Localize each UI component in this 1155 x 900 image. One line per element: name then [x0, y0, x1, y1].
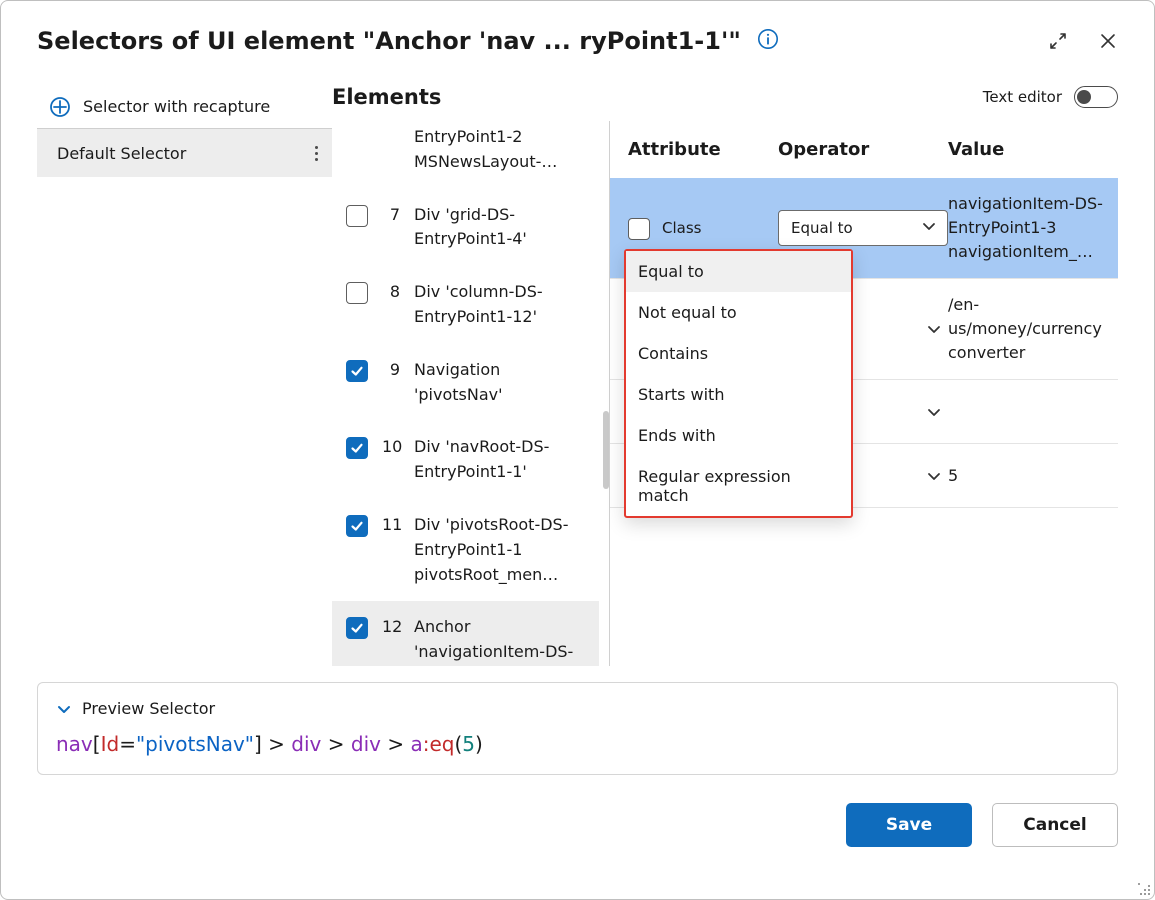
operator-value: Equal to	[791, 219, 853, 237]
col-operator: Operator	[778, 139, 948, 160]
element-row[interactable]: 9 Navigation 'pivotsNav'	[332, 344, 599, 422]
elements-list[interactable]: EntryPoint1-2 MSNewsLayout-… 7 Div 'grid-D…	[332, 121, 610, 666]
attribute-value: /en-us/money/currencyconverter	[948, 293, 1106, 365]
element-row[interactable]: 10 Div 'navRoot-DS-EntryPoint1-1'	[332, 421, 599, 499]
selector-item-label: Default Selector	[57, 144, 186, 163]
resize-grip-icon[interactable]	[1138, 883, 1152, 897]
cancel-button[interactable]: Cancel	[992, 803, 1118, 847]
info-icon[interactable]	[757, 28, 779, 54]
element-label: Div 'pivotsRoot-DS-EntryPoint1-1 pivotsR…	[414, 513, 591, 587]
selector-with-recapture-label: Selector with recapture	[83, 97, 270, 116]
element-row[interactable]: 12 Anchor 'navigationItem-DS-EntryPoint1-…	[332, 601, 599, 666]
element-label: Anchor 'navigationItem-DS-EntryPoint1-…	[414, 615, 591, 666]
attribute-value: 5	[948, 464, 1106, 488]
element-index: 8	[382, 280, 400, 301]
text-editor-toggle[interactable]: Text editor	[983, 86, 1118, 108]
element-label: Div 'grid-DS-EntryPoint1-4'	[414, 203, 591, 253]
more-options-icon[interactable]	[309, 140, 324, 167]
operator-option[interactable]: Starts with	[626, 374, 851, 415]
element-row[interactable]: 11 Div 'pivotsRoot-DS-EntryPoint1-1 pivot…	[332, 499, 599, 601]
element-checkbox[interactable]	[346, 282, 368, 304]
close-icon[interactable]	[1090, 23, 1126, 59]
dialog-title: Selectors of UI element "Anchor 'nav ...…	[37, 27, 741, 56]
attribute-name: Class	[662, 219, 701, 237]
attribute-value: navigationItem-DS-EntryPoint1-3 navigati…	[948, 192, 1106, 264]
elements-header: Elements Text editor	[332, 85, 1118, 121]
attribute-table-header: Attribute Operator Value	[610, 121, 1118, 178]
selector-builder-dialog: Selectors of UI element "Anchor 'nav ...…	[0, 0, 1155, 900]
operator-option[interactable]: Equal to	[626, 251, 851, 292]
element-checkbox[interactable]	[346, 437, 368, 459]
element-index: 11	[382, 513, 400, 534]
element-row[interactable]: EntryPoint1-2 MSNewsLayout-…	[332, 121, 599, 189]
toggle-track	[1074, 86, 1118, 108]
element-label: Navigation 'pivotsNav'	[414, 358, 591, 408]
element-index: 10	[382, 435, 400, 456]
elements-title: Elements	[332, 85, 441, 109]
element-label: EntryPoint1-2 MSNewsLayout-…	[414, 125, 591, 175]
selector-code: nav[Id="pivotsNav"] > div > div > a:eq(5…	[56, 732, 1099, 756]
attribute-checkbox[interactable]	[628, 218, 650, 240]
preview-selector-panel: Preview Selector nav[Id="pivotsNav"] > d…	[37, 682, 1118, 775]
preview-label: Preview Selector	[82, 699, 215, 718]
element-index: 7	[382, 203, 400, 224]
save-button[interactable]: Save	[846, 803, 972, 847]
element-label: Div 'navRoot-DS-EntryPoint1-1'	[414, 435, 591, 485]
expand-icon[interactable]	[1040, 23, 1076, 59]
element-checkbox[interactable]	[346, 360, 368, 382]
element-row[interactable]: 8 Div 'column-DS-EntryPoint1-12'	[332, 266, 599, 344]
operator-option[interactable]: Ends with	[626, 415, 851, 456]
attribute-pane: Attribute Operator Value Class Equal to na…	[610, 121, 1118, 666]
element-checkbox[interactable]	[346, 617, 368, 639]
preview-toggle[interactable]: Preview Selector	[56, 699, 1099, 718]
col-value: Value	[948, 139, 1106, 160]
selector-with-recapture-button[interactable]: Selector with recapture	[37, 85, 332, 129]
operator-option[interactable]: Contains	[626, 333, 851, 374]
element-index: 9	[382, 358, 400, 379]
selectors-sidebar: Selector with recapture Default Selector	[37, 85, 332, 666]
element-checkbox[interactable]	[346, 205, 368, 227]
selector-item[interactable]: Default Selector	[37, 129, 332, 177]
dialog-header: Selectors of UI element "Anchor 'nav ...…	[1, 1, 1154, 59]
operator-option[interactable]: Not equal to	[626, 292, 851, 333]
element-index: 12	[382, 615, 400, 636]
text-editor-label: Text editor	[983, 88, 1062, 106]
dialog-footer: Save Cancel	[1, 775, 1154, 847]
col-attribute: Attribute	[628, 139, 778, 160]
element-checkbox[interactable]	[346, 515, 368, 537]
operator-option[interactable]: Regular expression match	[626, 456, 851, 516]
element-label: Div 'column-DS-EntryPoint1-12'	[414, 280, 591, 330]
scrollbar-thumb[interactable]	[603, 411, 609, 489]
element-index	[382, 125, 400, 127]
operator-dropdown[interactable]: Equal toNot equal toContainsStarts withE…	[624, 249, 853, 518]
chevron-down-icon	[921, 218, 937, 238]
element-row[interactable]: 7 Div 'grid-DS-EntryPoint1-4'	[332, 189, 599, 267]
operator-select[interactable]: Equal to	[778, 210, 948, 246]
